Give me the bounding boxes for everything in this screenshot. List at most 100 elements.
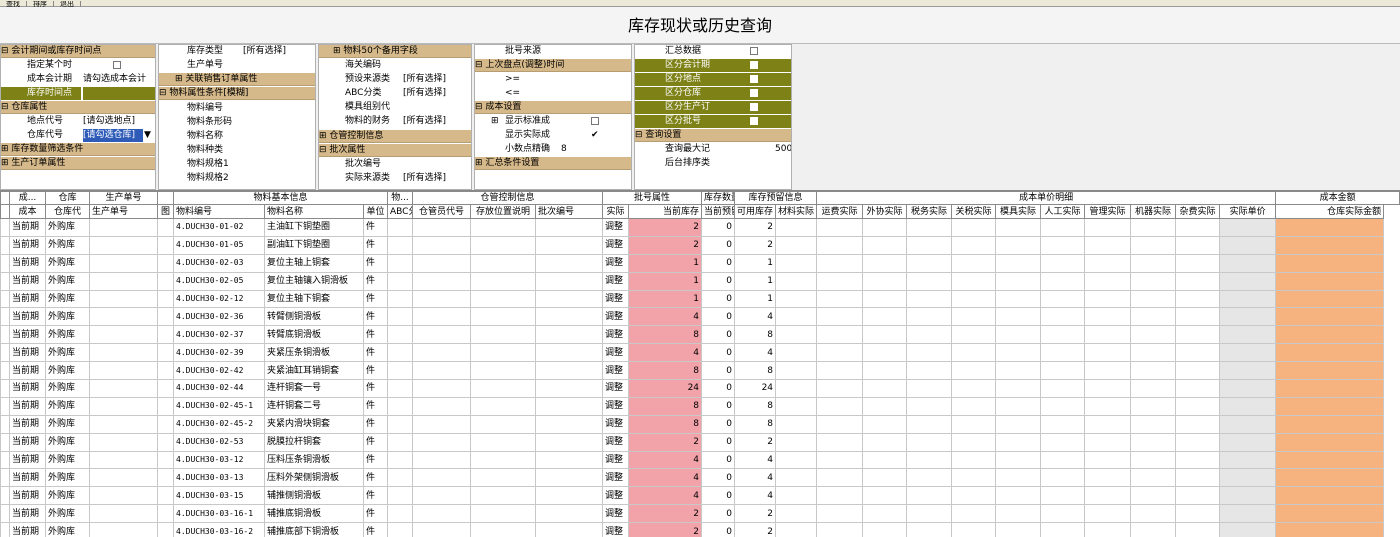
warehouse-amount-cell[interactable] [1275, 396, 1385, 416]
column-header[interactable]: 可用库存 [734, 204, 777, 219]
cost-cell[interactable]: 当前期 [9, 486, 46, 506]
row-selector[interactable] [0, 504, 10, 524]
abc-cell[interactable] [387, 343, 413, 363]
column-header[interactable]: 仓库代 [45, 204, 90, 219]
unit-cost-cell[interactable] [1130, 396, 1177, 416]
cost-cell[interactable]: 当前期 [9, 325, 46, 345]
column-header[interactable]: 批次编号 [535, 204, 603, 219]
item-code-cell[interactable]: 4.DUCH30-01-05 [173, 235, 265, 255]
decimal-precision-field[interactable]: 8 [561, 143, 567, 156]
abc-cell[interactable] [387, 361, 413, 381]
unit-cost-cell[interactable] [1084, 468, 1132, 488]
option-split-warehouse[interactable]: 区分仓库 [635, 87, 791, 100]
unit-cost-cell[interactable] [1130, 379, 1177, 398]
warehouse-amount-cell[interactable] [1275, 253, 1385, 273]
actual-unit-price-cell[interactable] [1219, 414, 1277, 434]
row-selector[interactable] [0, 414, 10, 434]
current-stock-cell[interactable]: 24 [627, 379, 703, 398]
abc-cell[interactable] [387, 235, 413, 255]
current-stock-cell[interactable]: 2 [627, 432, 703, 452]
unit-cost-cell[interactable] [1040, 361, 1086, 381]
unit-cost-cell[interactable] [906, 468, 953, 488]
section-header-query-settings[interactable]: ⊟ 查询设置 [635, 129, 791, 142]
item-code-cell[interactable]: 4.DUCH30-03-16-1 [173, 504, 265, 524]
column-header[interactable]: 图 [157, 204, 174, 219]
cost-cell[interactable]: 当前期 [9, 253, 46, 273]
unit-cost-cell[interactable] [816, 361, 864, 381]
collapse-icon[interactable]: ⊟ [475, 102, 485, 112]
section-header-period[interactable]: ⊟ 会计期间或库存时间点 [1, 45, 155, 58]
expand-icon[interactable]: ⊞ [1, 144, 11, 154]
warehouse-amount-cell[interactable] [1275, 522, 1385, 537]
current-stock-cell[interactable]: 4 [627, 343, 703, 363]
image-cell[interactable] [157, 271, 174, 291]
cost-cell[interactable]: 当前期 [9, 432, 46, 452]
unit-cost-cell[interactable] [906, 307, 953, 327]
cost-cell[interactable]: 当前期 [9, 343, 46, 363]
warehouse-cell[interactable]: 外购库 [45, 504, 90, 524]
batch-no-cell[interactable] [535, 432, 603, 452]
abc-cell[interactable] [387, 414, 413, 434]
image-cell[interactable] [157, 325, 174, 345]
abc-cell[interactable] [387, 396, 413, 416]
image-cell[interactable] [157, 307, 174, 327]
column-header[interactable]: 关税实际 [951, 204, 997, 219]
unit-cost-cell[interactable] [1175, 307, 1221, 327]
row-selector[interactable] [0, 307, 10, 327]
production-order-cell[interactable] [89, 486, 158, 506]
batch-no-cell[interactable] [535, 468, 603, 488]
image-cell[interactable] [157, 343, 174, 363]
show-actual-cost-checkbox[interactable]: ✔ [591, 129, 599, 142]
column-header[interactable]: 物料名称 [264, 204, 364, 219]
actual-unit-price-cell[interactable] [1219, 218, 1277, 237]
cost-cell[interactable]: 当前期 [9, 218, 46, 237]
available-stock-cell[interactable]: 4 [734, 450, 777, 470]
item-name-cell[interactable]: 转臂底铜滑板 [264, 325, 364, 345]
current-stock-cell[interactable]: 4 [627, 307, 703, 327]
unit-cost-cell[interactable] [1040, 343, 1086, 363]
unit-cost-cell[interactable] [1040, 396, 1086, 416]
current-reserved-cell[interactable]: 0 [701, 289, 736, 309]
actual-unit-price-cell[interactable] [1219, 468, 1277, 488]
actual-unit-price-cell[interactable] [1219, 504, 1277, 524]
warehouse-amount-cell[interactable] [1275, 325, 1385, 345]
item-code-cell[interactable]: 4.DUCH30-02-44 [173, 379, 265, 398]
unit-cost-cell[interactable] [816, 504, 864, 524]
available-stock-cell[interactable]: 2 [734, 235, 777, 255]
item-code-cell[interactable]: 4.DUCH30-02-05 [173, 271, 265, 291]
unit-cell[interactable]: 件 [363, 504, 388, 524]
image-cell[interactable] [157, 450, 174, 470]
abc-cell[interactable] [387, 325, 413, 345]
expand-icon[interactable]: ⊞ [175, 74, 185, 84]
current-reserved-cell[interactable]: 0 [701, 253, 736, 273]
collapse-icon[interactable]: ⊟ [319, 145, 329, 155]
available-stock-cell[interactable]: 2 [734, 522, 777, 537]
unit-cell[interactable]: 件 [363, 432, 388, 452]
abc-cell[interactable] [387, 218, 413, 237]
unit-cost-cell[interactable] [995, 253, 1042, 273]
table-row[interactable]: 当前期 外购库 4.DUCH30-02-37 转臂底铜滑板件调整 8 0 8 [0, 325, 1400, 345]
unit-cost-cell[interactable] [995, 522, 1042, 537]
column-header[interactable]: 单位 [363, 204, 388, 219]
unit-cost-cell[interactable] [906, 361, 953, 381]
option-split-period[interactable]: 区分会计期 [635, 59, 791, 72]
unit-cost-cell[interactable] [816, 289, 864, 309]
unit-cost-cell[interactable] [995, 343, 1042, 363]
unit-cell[interactable]: 件 [363, 361, 388, 381]
item-name-cell[interactable]: 复位主轴镶入铜滑板 [264, 271, 364, 291]
batch-no-cell[interactable] [535, 271, 603, 291]
unit-cost-cell[interactable] [906, 396, 953, 416]
cost-cell[interactable]: 当前期 [9, 522, 46, 537]
table-row[interactable]: 当前期 外购库 4.DUCH30-02-03 复位主轴上铜套件调整 1 0 1 [0, 253, 1400, 273]
column-header[interactable]: 管理实际 [1084, 204, 1132, 219]
warehouse-amount-cell[interactable] [1275, 414, 1385, 434]
item-name-cell[interactable]: 夹紧油缸耳销铜套 [264, 361, 364, 381]
actual-cell[interactable]: 调整 [602, 432, 629, 452]
warehouse-cell[interactable]: 外购库 [45, 414, 90, 434]
collapse-icon[interactable]: ⊟ [1, 46, 11, 56]
unit-cost-cell[interactable] [775, 450, 818, 470]
warehouse-amount-cell[interactable] [1275, 307, 1385, 327]
current-stock-cell[interactable]: 8 [627, 325, 703, 345]
unit-cost-cell[interactable] [1040, 307, 1086, 327]
keeper-cell[interactable] [412, 379, 471, 398]
